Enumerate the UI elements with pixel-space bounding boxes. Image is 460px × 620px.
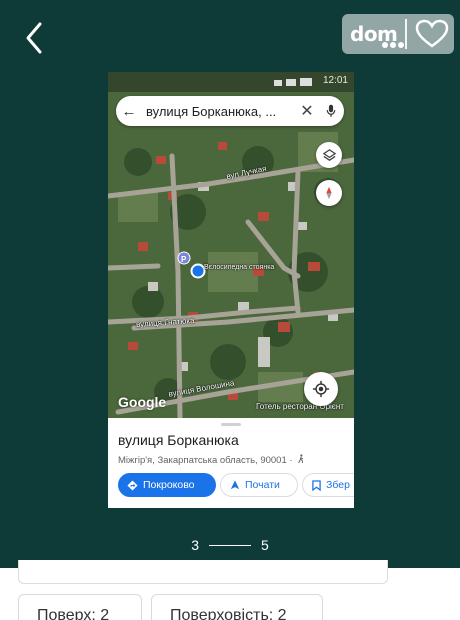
my-location-button[interactable] [304, 372, 338, 406]
map-search-text[interactable]: вулиця Борканюка, ... [142, 104, 296, 119]
compass-icon [326, 186, 332, 200]
svg-text:P: P [181, 255, 187, 264]
directions-button[interactable]: Покроково [118, 473, 216, 497]
directions-icon [127, 479, 138, 491]
poi-label: Готель ресторан Орієнт [256, 402, 344, 411]
place-sheet: вулиця Борканюка Міжгір'я, Закарпатська … [108, 418, 354, 508]
sheet-handle[interactable] [221, 423, 241, 426]
dots-icon [382, 42, 404, 48]
walking-icon [298, 454, 304, 464]
status-time: 12:01 [322, 75, 348, 86]
floor-text: Поверх: 2 [37, 607, 110, 620]
status-bar: 12:01 [108, 72, 354, 92]
save-label: Збер [326, 479, 350, 491]
chevron-left-icon [26, 22, 42, 54]
watermark-logo: dom [342, 14, 454, 54]
save-button[interactable]: Збер [302, 473, 354, 497]
google-logo: Google [118, 394, 167, 410]
place-address: Міжгір'я, Закарпатська область, 90001 · [118, 454, 305, 466]
directions-label: Покроково [143, 479, 195, 491]
arrow-left-icon[interactable]: ← [116, 96, 142, 126]
place-address-text: Міжгір'я, Закарпатська область, 90001 · [118, 455, 293, 466]
microphone-icon[interactable] [318, 96, 344, 126]
listing-photo: P 12:01 ← вулиця Борканюка, ... ✕ вул Лу… [108, 72, 354, 508]
pager-total: 5 [261, 537, 269, 553]
watermark-divider [405, 19, 408, 49]
compass-button[interactable] [316, 180, 342, 206]
heart-icon[interactable] [415, 19, 449, 49]
status-icons [274, 78, 312, 86]
close-icon[interactable]: ✕ [296, 96, 318, 126]
floor-tag: Поверх: 2 [18, 594, 142, 620]
bookmark-icon [312, 479, 321, 491]
marker-label: Вєлосипедна стоянка [204, 264, 275, 271]
pager-divider [209, 544, 251, 546]
layers-button[interactable] [316, 142, 342, 168]
back-button[interactable] [18, 18, 50, 58]
navigation-arrow-icon [230, 480, 240, 490]
floors-total-tag: Поверховість: 2 [151, 594, 323, 620]
crosshair-icon [312, 380, 330, 398]
floors-total-text: Поверховість: 2 [170, 607, 287, 620]
map-search-bar[interactable]: ← вулиця Борканюка, ... ✕ [116, 96, 344, 126]
pager-current: 3 [191, 537, 199, 553]
photo-viewer: dom P 12:01 ← вулиця Борканюка, ... ✕ ву… [0, 0, 460, 568]
start-button[interactable]: Почати [220, 473, 298, 497]
photo-pager: 3 5 [0, 536, 460, 554]
start-label: Почати [245, 479, 280, 491]
layers-icon [322, 148, 336, 161]
info-card [18, 560, 388, 584]
place-title: вулиця Борканюка [118, 432, 239, 448]
